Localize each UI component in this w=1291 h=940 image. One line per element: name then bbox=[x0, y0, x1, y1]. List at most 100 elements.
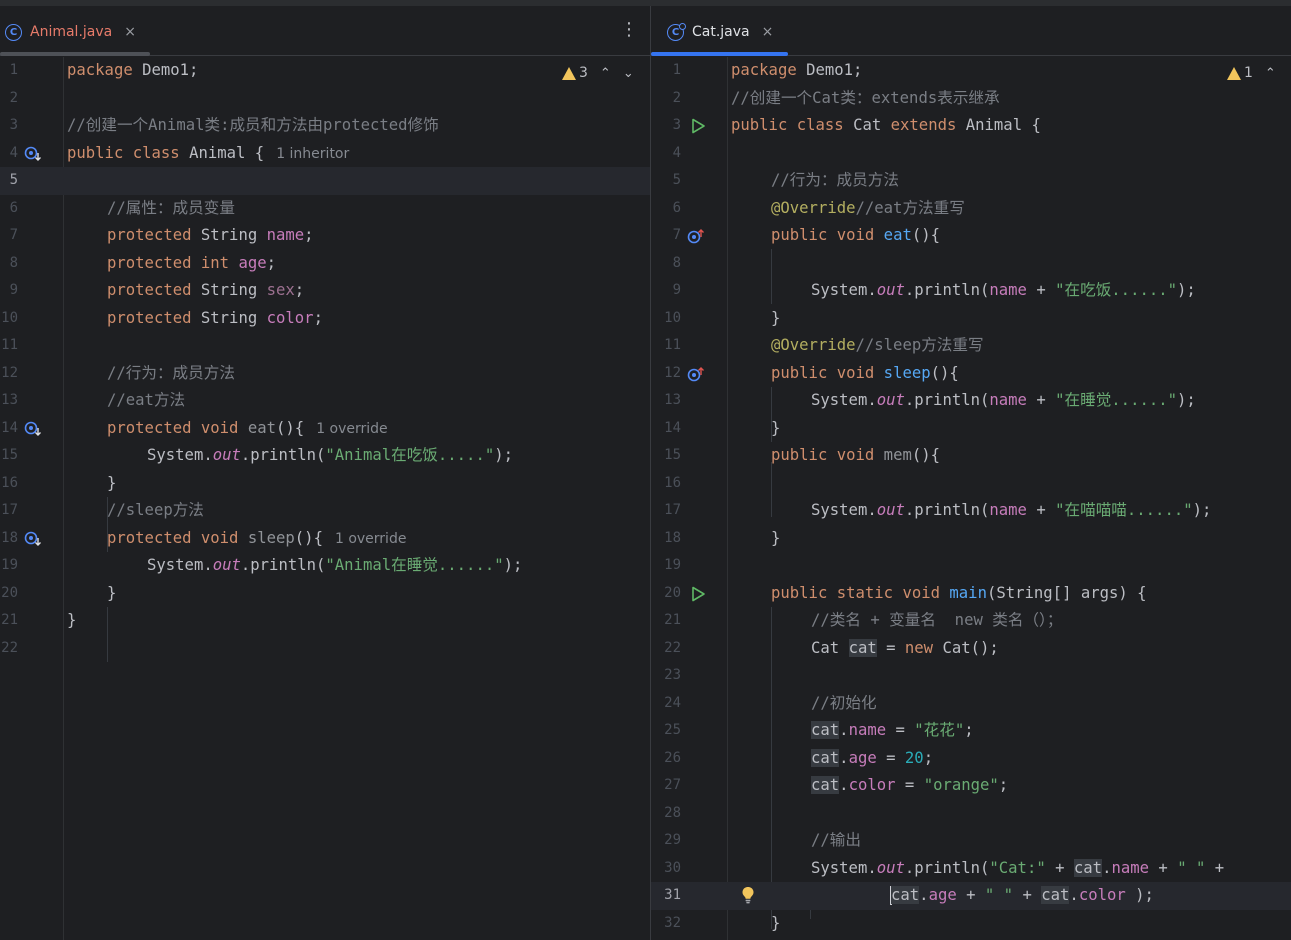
field: name bbox=[266, 226, 305, 244]
code-line: 11 bbox=[0, 332, 650, 360]
override-hint[interactable]: 1 override bbox=[316, 421, 387, 437]
overrides-up-icon[interactable] bbox=[687, 365, 705, 383]
punct: (){ bbox=[930, 363, 959, 382]
line-number: 13 bbox=[664, 392, 681, 408]
line-number: 7 bbox=[9, 227, 18, 243]
line-number: 8 bbox=[9, 254, 18, 271]
lightbulb-icon[interactable] bbox=[741, 886, 755, 904]
overrides-up-icon[interactable] bbox=[687, 227, 705, 245]
code-line: 14 protected void eat(){1 override bbox=[0, 415, 650, 443]
punct: ); bbox=[494, 446, 514, 464]
static-field: out bbox=[876, 501, 905, 519]
close-icon[interactable]: × bbox=[762, 24, 774, 40]
code-text: public static void main(String[] args) { bbox=[771, 580, 1147, 608]
keyword: protected bbox=[107, 418, 192, 437]
line-number: 10 bbox=[1, 309, 18, 326]
variable: cat bbox=[891, 886, 920, 904]
code-line: 32 } bbox=[651, 910, 1291, 938]
line-number: 19 bbox=[664, 557, 681, 573]
field: color bbox=[1078, 886, 1126, 904]
code-line: 18 } bbox=[651, 525, 1291, 553]
punct: ); bbox=[503, 556, 523, 574]
code-line: 28 bbox=[651, 800, 1291, 828]
keyword: protected bbox=[107, 281, 192, 299]
keyword: protected bbox=[107, 528, 192, 547]
code-line: 16 } bbox=[0, 470, 650, 498]
code-text: protected int age; bbox=[107, 250, 276, 278]
more-options-icon[interactable]: ⋮ bbox=[1285, 20, 1291, 40]
current-line: 31 cat.age + " " + cat.color ); bbox=[651, 882, 1291, 910]
comment: //创建一个Animal类:成员和方法由protected修饰 bbox=[67, 116, 439, 134]
keyword: class bbox=[787, 116, 844, 134]
line-number: 5 bbox=[672, 172, 681, 188]
code-line: 13 //eat方法 bbox=[0, 387, 650, 415]
tab-bar-right: C Cat.java × ⋮ bbox=[651, 6, 1291, 56]
operator: = bbox=[876, 748, 905, 767]
method-call: .println( bbox=[904, 281, 990, 299]
keyword: void bbox=[827, 363, 875, 382]
tab-cat-java[interactable]: C Cat.java × bbox=[667, 16, 773, 48]
package-name: Demo1; bbox=[132, 61, 199, 79]
inheritor-hint[interactable]: 1 inheritor bbox=[276, 146, 349, 162]
punct: (){ bbox=[276, 418, 305, 437]
run-icon[interactable] bbox=[689, 117, 707, 135]
line-number: 17 bbox=[1, 502, 18, 518]
class-icon: C bbox=[5, 23, 22, 41]
close-icon[interactable]: × bbox=[124, 24, 136, 40]
variable: cat bbox=[811, 776, 840, 794]
implemented-down-icon[interactable] bbox=[24, 145, 42, 163]
punct: . bbox=[839, 776, 849, 794]
keyword: public bbox=[771, 583, 828, 602]
variable: cat bbox=[848, 638, 877, 657]
code-text: @Override//sleep方法重写 bbox=[771, 332, 984, 360]
overridden-down-icon[interactable] bbox=[24, 420, 42, 438]
keyword: public bbox=[67, 143, 124, 162]
line-number: 28 bbox=[664, 804, 681, 821]
class-ref: System. bbox=[811, 501, 877, 519]
method-name: sleep bbox=[238, 528, 295, 547]
line-number: 9 bbox=[672, 282, 681, 298]
override-hint[interactable]: 1 override bbox=[335, 531, 406, 547]
punct: . bbox=[839, 748, 849, 767]
operator: + bbox=[1026, 501, 1056, 519]
keyword: static bbox=[827, 583, 894, 602]
keyword: public bbox=[771, 363, 828, 382]
run-icon[interactable] bbox=[689, 585, 707, 603]
code-editor-left[interactable]: 3 ⌃ ⌄ 1 package Demo1; 2 3 //创建一个Animal类… bbox=[0, 57, 650, 940]
brace: } bbox=[771, 528, 781, 547]
code-text: System.out.println("Animal在吃饭....."); bbox=[147, 442, 513, 470]
punct: . bbox=[919, 886, 929, 904]
field: name bbox=[1111, 858, 1150, 877]
tab-animal-java[interactable]: C Animal.java × bbox=[5, 16, 136, 48]
field: name bbox=[989, 391, 1027, 409]
code-line: 1 package Demo1; bbox=[0, 57, 650, 85]
tab-scrollbar[interactable] bbox=[0, 52, 150, 56]
line-number: 8 bbox=[672, 254, 681, 271]
method-call: .println( bbox=[904, 501, 990, 519]
code-text: public class Cat extends Animal { bbox=[731, 112, 1041, 140]
code-editor-right[interactable]: 1 ⌃ 1 package Demo1; 2 //创建一个Cat类：extend… bbox=[651, 57, 1291, 940]
method-call: .println( bbox=[904, 391, 990, 409]
brace: } bbox=[67, 611, 77, 629]
code-line: 6 //属性：成员变量 bbox=[0, 195, 650, 223]
type: String bbox=[191, 226, 267, 244]
code-text: public void mem(){ bbox=[771, 442, 940, 470]
string: " " bbox=[984, 886, 1014, 904]
overridden-down-icon[interactable] bbox=[24, 530, 42, 548]
code-line: 3 //创建一个Animal类:成员和方法由protected修饰 bbox=[0, 112, 650, 140]
type: String bbox=[191, 308, 267, 327]
string: "在睡觉......" bbox=[1055, 391, 1178, 409]
line-number: 30 bbox=[664, 859, 681, 876]
code-line: 10 protected String color; bbox=[0, 305, 650, 333]
line-number: 2 bbox=[9, 89, 18, 106]
field: sex bbox=[266, 281, 295, 299]
code-line: 12 //行为：成员方法 bbox=[0, 360, 650, 388]
method-name: mem bbox=[874, 446, 912, 464]
more-options-icon[interactable]: ⋮ bbox=[620, 20, 638, 40]
string: " " bbox=[1177, 858, 1206, 877]
line-number: 12 bbox=[664, 364, 681, 381]
code-text: public class Animal {1 inheritor bbox=[67, 140, 349, 168]
code-line: 11 @Override//sleep方法重写 bbox=[651, 332, 1291, 360]
code-line: 15 System.out.println("Animal在吃饭....."); bbox=[0, 442, 650, 470]
field: age bbox=[848, 748, 877, 767]
